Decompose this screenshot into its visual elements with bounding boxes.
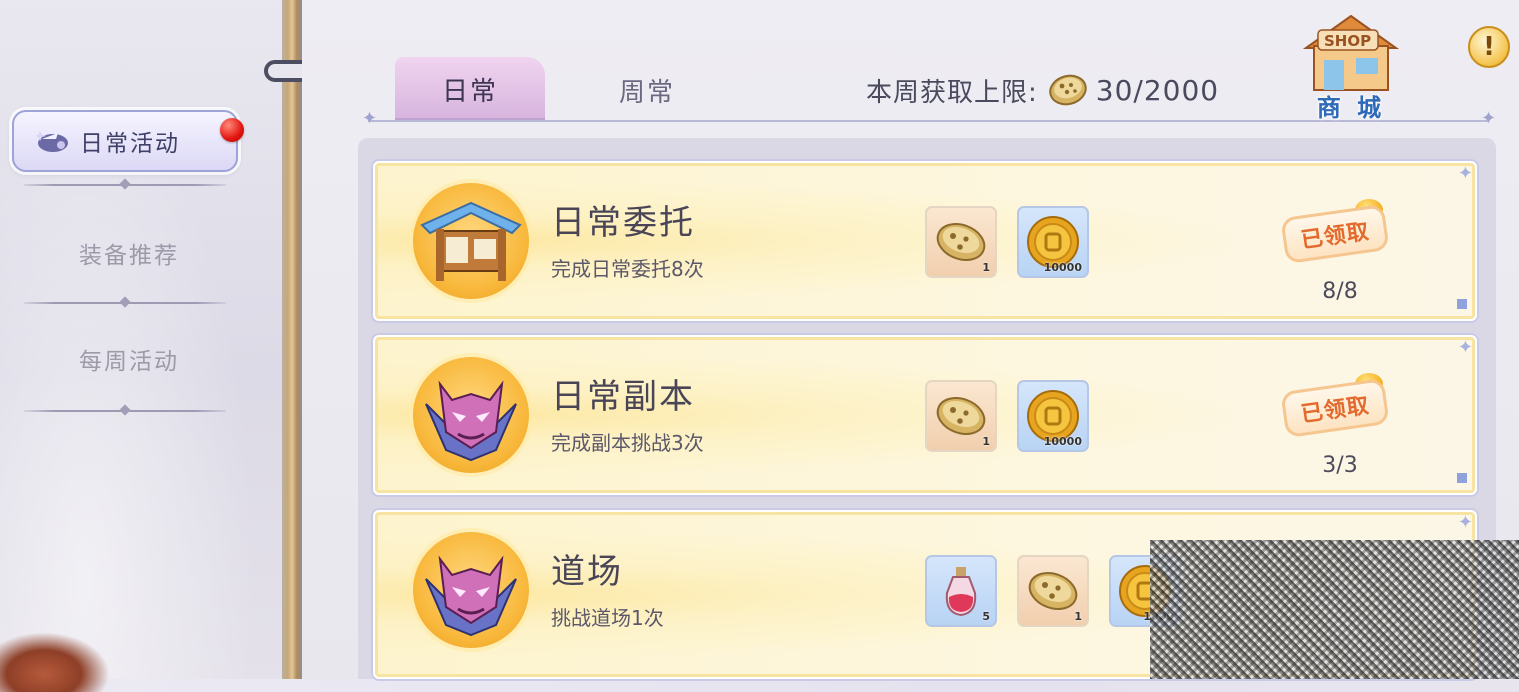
info-button[interactable]: ! <box>1468 26 1510 68</box>
claimed-badge: 已领取 <box>1280 203 1390 265</box>
divider <box>24 184 226 186</box>
notice-board-icon <box>413 183 529 299</box>
tab-label: 周常 <box>618 77 675 108</box>
shop-label: 商 城 <box>1316 94 1386 122</box>
sidebar-item-equipment-recommend[interactable]: 装备推荐 <box>14 222 244 284</box>
book-spine <box>282 0 302 679</box>
task-title: 日常委托 <box>551 203 695 243</box>
sparkle-icon: ✦ <box>362 108 378 129</box>
reward-item[interactable]: 10000 <box>1017 380 1089 452</box>
sidebar-item-label: 每周活动 <box>79 349 179 375</box>
reward-quantity: 5 <box>982 610 990 623</box>
tab-label: 日常 <box>441 76 498 107</box>
weekly-limit: 本周获取上限: 30/2000 <box>866 70 1219 110</box>
task-progress: 8/8 <box>1322 279 1358 304</box>
reward-quantity: 10000 <box>1043 435 1082 448</box>
obscured-region <box>1150 540 1519 679</box>
sidebar-item-daily-activity[interactable]: 日常活动 <box>12 110 244 172</box>
tab-weekly[interactable]: 周常 <box>572 58 722 122</box>
weekly-limit-label: 本周获取上限: <box>866 77 1038 108</box>
decor-character <box>0 632 110 692</box>
wand-icon <box>36 126 70 156</box>
task-progress: 3/3 <box>1322 453 1358 478</box>
shop-icon <box>1302 14 1400 91</box>
exclamation-icon: ! <box>1483 32 1495 62</box>
cookie-currency-icon <box>1048 73 1088 107</box>
sidebar-item-weekly-activity[interactable]: 每周活动 <box>14 328 244 390</box>
task-description: 挑战道场1次 <box>551 606 664 630</box>
sidebar: 日常活动 装备推荐 每周活动 <box>0 0 285 692</box>
demon-mask-icon <box>413 357 529 473</box>
shop-button[interactable]: SHOP 商 城 <box>1296 8 1406 122</box>
task-card: 日常委托 完成日常委托8次 1 10000 已领取 8/8 ✦ <box>373 161 1477 321</box>
sparkle-icon: ✦ <box>1457 337 1473 358</box>
demon-mask-icon <box>413 532 529 648</box>
task-title: 日常副本 <box>551 377 695 417</box>
sidebar-item-label: 装备推荐 <box>79 243 179 269</box>
cookie-currency-icon <box>936 397 986 435</box>
reward-quantity: 10000 <box>1043 261 1082 274</box>
tab-daily[interactable]: 日常 <box>395 57 545 121</box>
divider <box>24 302 226 304</box>
shop-sign: SHOP <box>1324 32 1372 50</box>
task-card: 日常副本 完成副本挑战3次 1 10000 已领取 3/3 ✦ <box>373 335 1477 495</box>
reward-item[interactable]: 5 <box>925 555 997 627</box>
cookie-currency-icon <box>1028 572 1078 610</box>
reward-quantity: 1 <box>982 261 990 274</box>
sparkle-icon: ✦ <box>1481 108 1497 129</box>
sparkle-icon: ✦ <box>1457 512 1473 533</box>
corner-mark <box>1457 299 1467 309</box>
reward-quantity: 1 <box>1074 610 1082 623</box>
corner-mark <box>1457 473 1467 483</box>
task-description: 完成副本挑战3次 <box>551 431 704 455</box>
cookie-currency-icon <box>936 223 986 261</box>
reward-item[interactable]: 1 <box>925 380 997 452</box>
sparkle-icon: ✦ <box>1457 163 1473 184</box>
task-description: 完成日常委托8次 <box>551 257 704 281</box>
task-title: 道场 <box>551 552 623 592</box>
claimed-badge: 已领取 <box>1280 377 1390 439</box>
reward-item[interactable]: 10000 <box>1017 206 1089 278</box>
reward-item[interactable]: 1 <box>1017 555 1089 627</box>
reward-quantity: 1 <box>982 435 990 448</box>
notification-dot <box>220 118 244 142</box>
potion-icon <box>945 567 977 617</box>
reward-item[interactable]: 1 <box>925 206 997 278</box>
weekly-limit-value: 30/2000 <box>1095 73 1220 107</box>
divider <box>24 410 226 412</box>
sidebar-item-label: 日常活动 <box>80 131 180 157</box>
